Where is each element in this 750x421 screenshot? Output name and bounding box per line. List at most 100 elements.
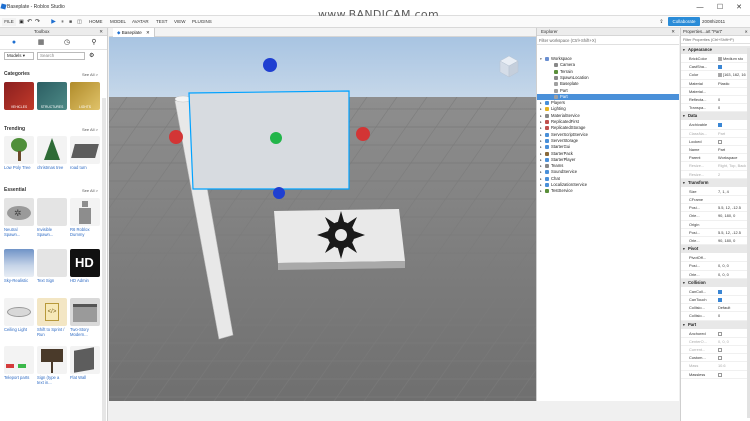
essential-see-all-link[interactable]: See All >	[82, 188, 98, 193]
property-value[interactable]: 0, 0, 0	[718, 262, 750, 270]
property-category[interactable]: ▾ Pivot	[681, 245, 750, 254]
collaborate-button[interactable]: Collaborate	[668, 17, 700, 26]
category-collapse-icon[interactable]: ▾	[683, 245, 685, 253]
property-checkbox[interactable]	[718, 372, 722, 377]
property-row[interactable]: Mass 10.6	[681, 362, 750, 371]
property-row[interactable]: CastSha...	[681, 63, 750, 72]
property-row[interactable]: Locked	[681, 138, 750, 146]
property-row[interactable]: Parent Workspace	[681, 154, 750, 163]
essential-item[interactable]: Sky-Realistic	[4, 249, 34, 283]
property-value[interactable]: 90, 180, 0	[718, 237, 750, 245]
property-row[interactable]: Material Plastic	[681, 80, 750, 88]
property-row[interactable]: Transpa... 0	[681, 104, 750, 113]
run-icon[interactable]: ⏸	[59, 18, 66, 26]
essential-item[interactable]: Sign (type a text in...	[37, 346, 67, 385]
property-checkbox[interactable]	[718, 65, 722, 70]
minimize-button[interactable]: —	[690, 1, 710, 14]
property-value[interactable]	[718, 288, 750, 296]
property-checkbox[interactable]	[718, 139, 722, 144]
toolbox-scrollbar[interactable]	[102, 98, 106, 421]
property-value[interactable]	[718, 354, 750, 362]
property-category[interactable]: ▾ Data	[681, 112, 750, 121]
property-row[interactable]: Orie... 90, 180, 0	[681, 237, 750, 246]
category-structures[interactable]: STRUCTURES	[37, 82, 67, 110]
property-value[interactable]	[718, 63, 750, 71]
essential-item[interactable]: Flat Wall	[70, 346, 100, 380]
category-select[interactable]: Models ▾	[4, 52, 34, 60]
property-row[interactable]: Posi... 5.5, 12, -12.5	[681, 229, 750, 237]
property-value[interactable]: Workspace	[718, 154, 750, 162]
property-value[interactable]: 2	[718, 171, 750, 179]
property-row[interactable]: Custom...	[681, 354, 750, 363]
property-row[interactable]: Material...	[681, 88, 750, 96]
property-row[interactable]: Size 7, 1, 4	[681, 188, 750, 196]
essential-item[interactable]: </> Shift to Sprint / Run	[37, 298, 67, 337]
property-category[interactable]: ▾ Appearance	[681, 46, 750, 54]
menu-avatar[interactable]: AVATAR	[132, 18, 149, 26]
property-value[interactable]: Part	[718, 146, 750, 154]
property-row[interactable]: CanColl...	[681, 288, 750, 296]
categories-see-all-link[interactable]: See All >	[82, 72, 98, 77]
collapse-arrow-icon[interactable]: ▸	[540, 188, 542, 194]
recent-tab-icon[interactable]: ◷	[63, 39, 71, 47]
close-window-button[interactable]: ✕	[729, 1, 749, 14]
property-row[interactable]: Collisio... Default	[681, 304, 750, 313]
property-checkbox[interactable]	[718, 331, 722, 336]
explorer-item[interactable]: ▸ TestService	[537, 188, 679, 194]
property-value[interactable]: 0	[718, 104, 750, 112]
tab-close-icon[interactable]: ✕	[146, 30, 150, 35]
property-category[interactable]: ▾ Collision	[681, 278, 750, 287]
team-test-icon[interactable]: ◫	[76, 18, 83, 26]
menu-plugins[interactable]: PLUGINS	[192, 18, 212, 26]
creations-tab-icon[interactable]: ⚲	[90, 39, 98, 47]
3d-scene[interactable]	[109, 37, 536, 401]
undo-icon[interactable]: ↶	[26, 18, 33, 26]
properties-close-icon[interactable]: ✕	[744, 28, 748, 35]
essential-item[interactable]: ✲ Neutral Spawn...	[4, 198, 34, 237]
property-value[interactable]: Medium sto	[718, 55, 750, 63]
essential-item[interactable]: Ceiling Light	[4, 298, 34, 332]
filter-icon[interactable]: ⚙	[89, 52, 94, 60]
share-icon[interactable]: ⇪	[658, 18, 665, 26]
property-row[interactable]: Archivable	[681, 121, 750, 130]
property-checkbox[interactable]	[718, 347, 722, 352]
essential-item[interactable]: Invisible Spawn...	[37, 198, 67, 237]
tab-baseplate[interactable]: ◆ Baseplate ✕	[113, 28, 155, 37]
property-row[interactable]: Anchored	[681, 330, 750, 338]
property-row[interactable]: Collisio... 0	[681, 312, 750, 321]
menu-test[interactable]: TEST	[156, 18, 168, 26]
property-value[interactable]: 0	[718, 312, 750, 320]
stop-icon[interactable]: ■	[67, 18, 74, 26]
essential-item[interactable]: R6 Roblox Dummy	[70, 198, 100, 237]
trending-see-all-link[interactable]: See All >	[82, 127, 98, 132]
property-value[interactable]	[718, 138, 750, 146]
property-row[interactable]: CFrame	[681, 196, 750, 205]
property-row[interactable]: BrickColor Medium sto	[681, 55, 750, 64]
property-value[interactable]: Right, Top, Back	[718, 162, 750, 170]
toolbox-close-icon[interactable]: ✕	[99, 28, 103, 36]
property-value[interactable]	[718, 346, 750, 354]
property-row[interactable]: ClassNa... Part	[681, 130, 750, 138]
marketplace-tab-icon[interactable]: ●	[10, 39, 18, 47]
redo-icon[interactable]: ↷	[34, 18, 41, 26]
essential-item[interactable]: Text Sign	[37, 249, 67, 283]
property-checkbox[interactable]	[718, 356, 722, 361]
viewport[interactable]: ◆ Baseplate ✕	[109, 28, 536, 401]
property-checkbox[interactable]	[718, 123, 722, 128]
property-checkbox[interactable]	[718, 289, 722, 294]
category-collapse-icon[interactable]: ▾	[683, 179, 685, 187]
essential-item[interactable]: Teleport parts	[4, 346, 34, 380]
property-value[interactable]: 5.5, 12, -12.5	[718, 229, 750, 237]
property-row[interactable]: PivotOff...	[681, 254, 750, 263]
toolbox-search-input[interactable]: Search	[37, 52, 85, 60]
property-value[interactable]: 0, 0, 0	[718, 338, 750, 346]
property-value[interactable]: Plastic	[718, 80, 750, 88]
property-row[interactable]: Posi... 0, 0, 0	[681, 262, 750, 271]
property-value[interactable]	[718, 296, 750, 304]
category-collapse-icon[interactable]: ▾	[683, 279, 685, 287]
save-icon[interactable]: ▣	[18, 18, 25, 26]
property-value[interactable]: Part	[718, 130, 750, 138]
menu-model[interactable]: MODEL	[110, 18, 126, 26]
color-swatch-icon[interactable]	[718, 73, 722, 78]
color-swatch-icon[interactable]	[718, 56, 722, 61]
